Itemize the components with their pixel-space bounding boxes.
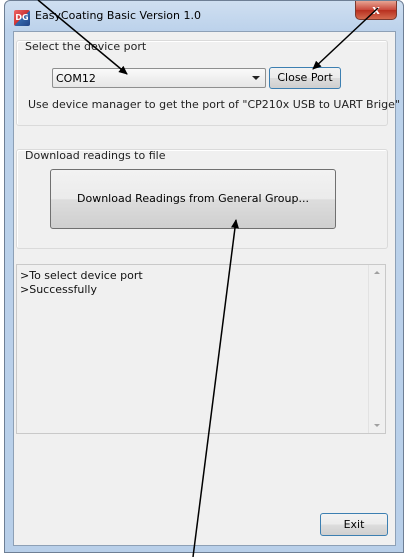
app-logo-icon: DG <box>14 10 30 26</box>
client-area: Select the device port COM12 Close Port … <box>13 31 400 546</box>
chevron-down-icon[interactable] <box>252 76 260 80</box>
download-readings-button[interactable]: Download Readings from General Group... <box>50 169 336 229</box>
scroll-up-arrow-icon[interactable] <box>374 271 380 274</box>
device-port-combobox[interactable]: COM12 <box>52 68 266 88</box>
window-close-button[interactable]: x <box>355 1 397 20</box>
scroll-down-arrow-icon[interactable] <box>374 424 380 427</box>
exit-button[interactable]: Exit <box>320 513 388 536</box>
window-title: EasyCoating Basic Version 1.0 <box>35 9 201 22</box>
app-window: DG EasyCoating Basic Version 1.0 x Selec… <box>4 0 404 553</box>
log-line: >To select device port <box>20 269 143 282</box>
port-hint-text: Use device manager to get the port of "C… <box>28 98 400 111</box>
close-port-button[interactable]: Close Port <box>269 67 341 89</box>
combo-value: COM12 <box>56 72 96 85</box>
title-bar[interactable]: DG EasyCoating Basic Version 1.0 x <box>5 1 403 31</box>
log-scrollbar[interactable] <box>368 265 385 433</box>
log-line: >Successfully <box>20 283 97 296</box>
port-group-label: Select the device port <box>25 40 147 53</box>
log-textbox[interactable]: >To select device port >Successfully <box>16 264 386 434</box>
download-group-label: Download readings to file <box>25 149 166 162</box>
